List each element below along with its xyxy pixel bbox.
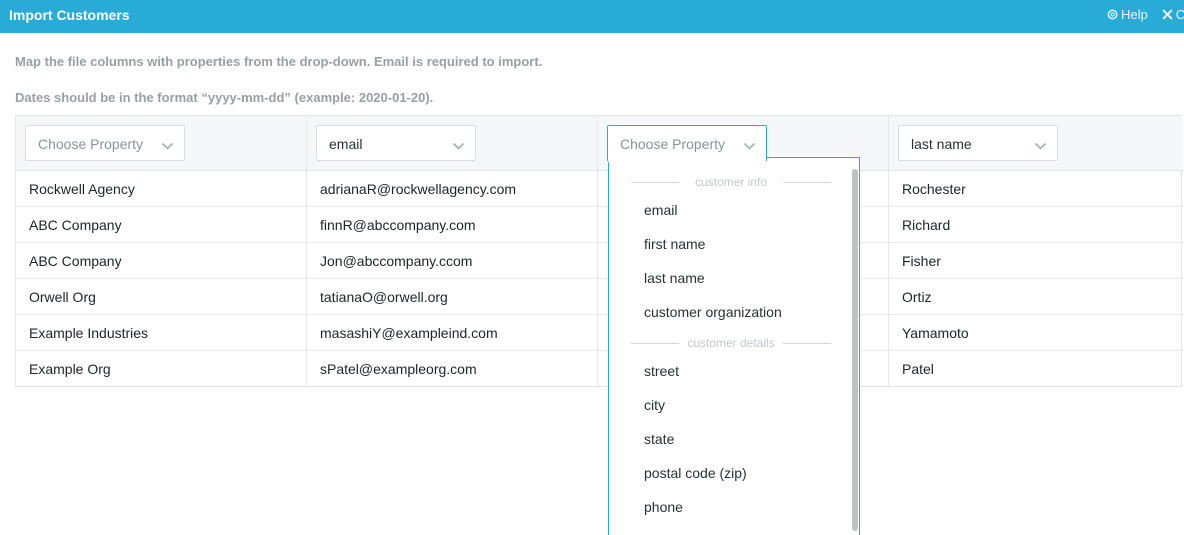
column-mapping-table: Choose Property Rockwell Agency ABC Compan… [15, 115, 1183, 387]
dropdown-option[interactable]: last name [644, 270, 705, 286]
table-cell: Rockwell Agency [16, 171, 306, 207]
table-cell: Jon@abccompany.ccom [307, 243, 597, 279]
property-select-value: Choose Property [38, 136, 144, 152]
table-cell: tatianaO@orwell.org [307, 279, 597, 315]
dropdown-option[interactable]: phone [644, 499, 683, 515]
table-cell: Orwell Org [16, 279, 306, 315]
mapping-column: Choose Property Rockwell Agency ABC Compan… [16, 116, 307, 386]
property-select[interactable]: Choose Property [607, 125, 767, 162]
property-select-value: email [329, 136, 363, 152]
titlebar-actions: Help Cl [1093, 7, 1184, 22]
property-select-value: Choose Property [620, 136, 726, 152]
table-cell: Richard [889, 207, 1183, 243]
select-arrow [452, 138, 465, 154]
chevron-down-icon [452, 142, 465, 150]
dropdown-option[interactable]: customer organization [644, 304, 782, 320]
property-select[interactable]: last name [898, 125, 1058, 161]
window-titlebar: Import Customers Help Cl [0, 0, 1184, 33]
lifebuoy-icon [1107, 9, 1118, 20]
table-cell: ABC Company [16, 243, 306, 279]
select-arrow [743, 138, 756, 154]
dropdown-option[interactable]: state [644, 431, 674, 447]
window-title: Import Customers [9, 7, 130, 23]
table-cell: Example Industries [16, 315, 306, 351]
date-format-hint: Dates should be in the format “yyyy-mm-d… [15, 90, 434, 105]
chevron-down-icon [1034, 142, 1047, 150]
column-header: Choose Property [16, 116, 306, 171]
table-cell: sPatel@exampleorg.com [320, 361, 477, 377]
dropdown-group-header: customer info [631, 175, 831, 189]
chevron-down-icon [743, 142, 756, 150]
chevron-down-icon [161, 142, 174, 150]
dropdown-option[interactable]: first name [644, 236, 705, 252]
table-cell: Ortiz [889, 279, 1183, 315]
select-arrow [161, 138, 174, 154]
property-select-value: last name [911, 136, 972, 152]
table-cell: Fisher [889, 243, 1183, 279]
column-header: email [307, 116, 597, 171]
dropdown-scrollbar[interactable] [852, 169, 858, 531]
table-cell: Example Org [29, 361, 111, 377]
table-cell: Rochester [889, 171, 1183, 207]
property-select[interactable]: Choose Property [25, 125, 185, 161]
dropdown-group-header: customer details [631, 336, 831, 350]
help-button[interactable]: Help [1107, 7, 1148, 22]
dropdown-option[interactable]: postal code (zip) [644, 465, 747, 481]
table-cell: finnR@abccompany.com [307, 207, 597, 243]
help-label: Help [1120, 7, 1148, 22]
dropdown-option[interactable]: email [644, 202, 677, 218]
mapping-column: last name Rochester Richard Fisher Ortiz Yama… [889, 116, 1183, 386]
dropdown-group-label: customer info [694, 175, 768, 189]
table-cell: Patel [902, 361, 934, 377]
close-label: Cl [1175, 7, 1184, 22]
close-icon [1162, 9, 1173, 20]
close-button[interactable]: Cl [1162, 7, 1184, 22]
table-cell: ABC Company [16, 207, 306, 243]
select-arrow [1034, 138, 1047, 154]
dropdown-option[interactable]: street [644, 363, 679, 379]
property-dropdown-menu: customer info email first name last name cus… [608, 157, 860, 535]
table-cell: Yamamoto [889, 315, 1183, 351]
dropdown-group-label: customer details [687, 336, 775, 350]
column-header: last name [889, 116, 1183, 171]
mapping-instructions: Map the file columns with properties fro… [15, 54, 543, 69]
mapping-column: email adrianaR@rockwellagency.com finnR@ab… [307, 116, 598, 386]
property-select[interactable]: email [316, 125, 476, 161]
table-cell: adrianaR@rockwellagency.com [307, 171, 597, 207]
table-cell: masashiY@exampleind.com [307, 315, 597, 351]
dropdown-option[interactable]: city [644, 397, 665, 413]
